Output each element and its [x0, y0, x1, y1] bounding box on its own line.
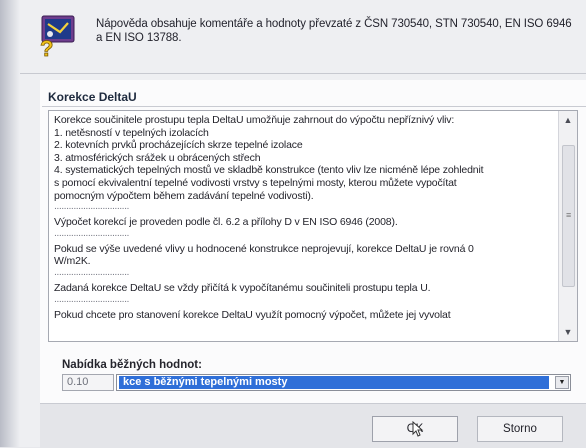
panel-title-divider [42, 106, 586, 107]
memo-line: pomocným výpočtem během zadávání tepelné… [54, 189, 314, 202]
memo-separator: ............................... [54, 228, 129, 238]
svg-text:?: ? [40, 36, 53, 58]
common-values-label: Nabídka běžných hodnot: [62, 359, 202, 371]
panel-title: Korekce DeltaU [48, 90, 137, 104]
memo-line: Zadaná korekce DeltaU se vždy přičítá k … [54, 281, 431, 294]
dropdown-selected-option[interactable]: kce s běžnými tepelnými mosty [119, 376, 549, 389]
mouse-cursor-icon [412, 421, 424, 437]
header-separator [20, 73, 586, 74]
dialog-window: ? Nápověda obsahuje komentáře a hodnoty … [0, 0, 586, 448]
memo-line: W/m2K. [54, 255, 91, 268]
memo-separator: ............................... [54, 294, 129, 304]
cancel-button[interactable]: Storno [477, 416, 563, 442]
memo-line: 4. systematických tepelných mostů ve skl… [54, 164, 484, 177]
memo-line: 1. netěsností v tepelných izolacích [54, 126, 209, 139]
scroll-grip-icon: ≡ [566, 210, 572, 220]
memo-line: Výpočet korekcí je proveden podle čl. 6.… [54, 216, 398, 229]
help-memo[interactable]: Korekce součinitele prostupu tepla Delta… [48, 110, 578, 342]
scroll-thumb[interactable]: ≡ [562, 145, 575, 287]
memo-line: Pokud chcete pro stanovení korekce Delta… [54, 308, 451, 321]
memo-line: Korekce součinitele prostupu tepla Delta… [54, 114, 455, 126]
scroll-down-arrow-icon[interactable]: ▼ [559, 323, 577, 341]
memo-separator: ............................... [54, 202, 129, 212]
deltau-value-field[interactable]: 0.10 [62, 374, 114, 391]
memo-text: Korekce součinitele prostupu tepla Delta… [54, 114, 548, 321]
memo-line: 3. atmosférických srážek u obrácených st… [54, 151, 261, 164]
left-edge [0, 0, 20, 447]
memo-line: Pokud se výše uvedené vlivy u hodnocené … [54, 242, 474, 255]
help-book-icon: ? [40, 15, 75, 58]
memo-line: s pomocí ekvivalentní tepelné vodivosti … [54, 176, 457, 189]
chevron-down-icon[interactable]: ▼ [555, 376, 569, 389]
memo-scrollbar[interactable]: ▲ ≡ ▼ [558, 111, 577, 341]
memo-line: 2. kotevních prvků procházejících skrze … [54, 139, 303, 152]
help-info-text: Nápověda obsahuje komentáře a hodnoty př… [96, 18, 572, 44]
scroll-up-arrow-icon[interactable]: ▲ [559, 111, 577, 129]
common-values-dropdown[interactable]: kce s běžnými tepelnými mosty ▼ [116, 374, 571, 391]
memo-separator: ............................... [54, 267, 129, 277]
